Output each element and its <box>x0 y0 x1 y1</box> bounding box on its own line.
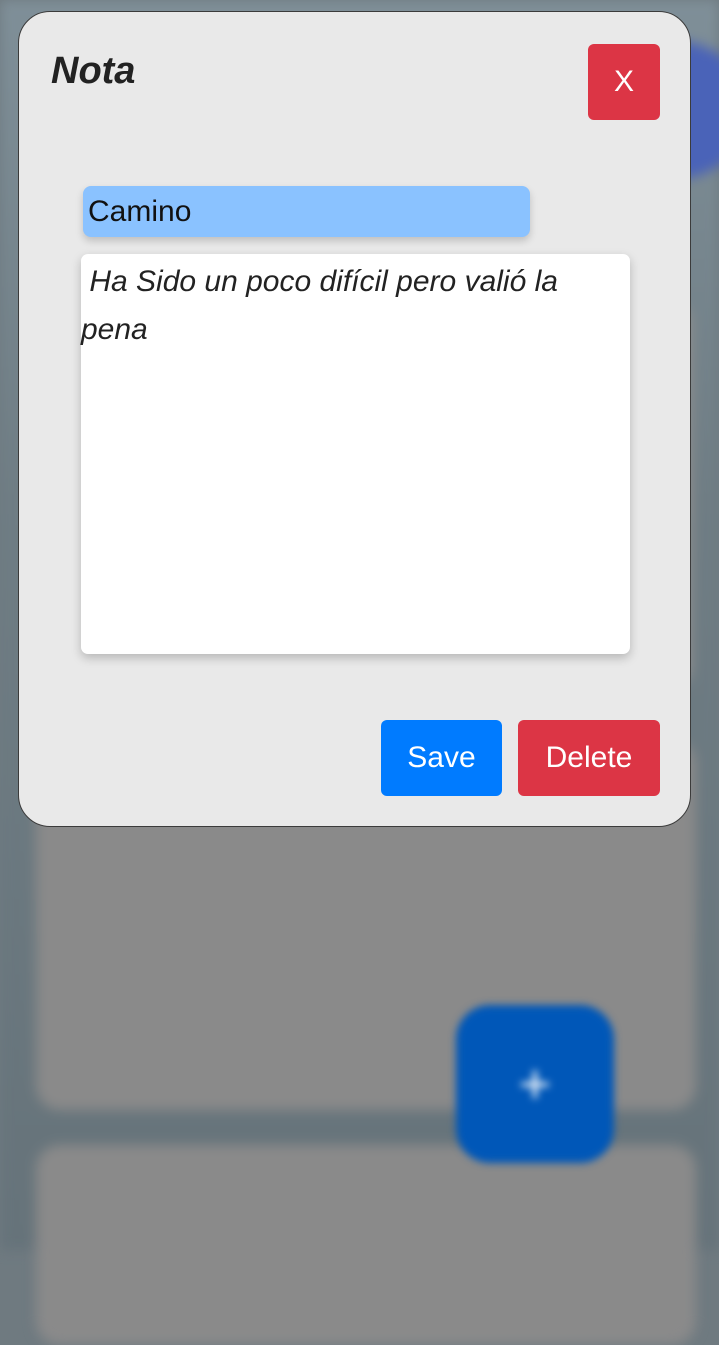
save-button[interactable]: Save <box>381 720 502 796</box>
close-button[interactable]: X <box>588 44 660 120</box>
delete-button[interactable]: Delete <box>518 720 660 796</box>
note-content-textarea[interactable]: Ha Sido un poco difícil pero valió la pe… <box>81 254 630 654</box>
note-modal: Nota X Ha Sido un poco difícil pero vali… <box>18 11 691 827</box>
plus-icon: + <box>518 1052 552 1115</box>
modal-title: Nota <box>51 50 136 92</box>
note-title-input[interactable] <box>83 186 530 237</box>
background-note-card <box>36 1145 696 1345</box>
add-note-button[interactable]: + <box>456 1005 614 1163</box>
